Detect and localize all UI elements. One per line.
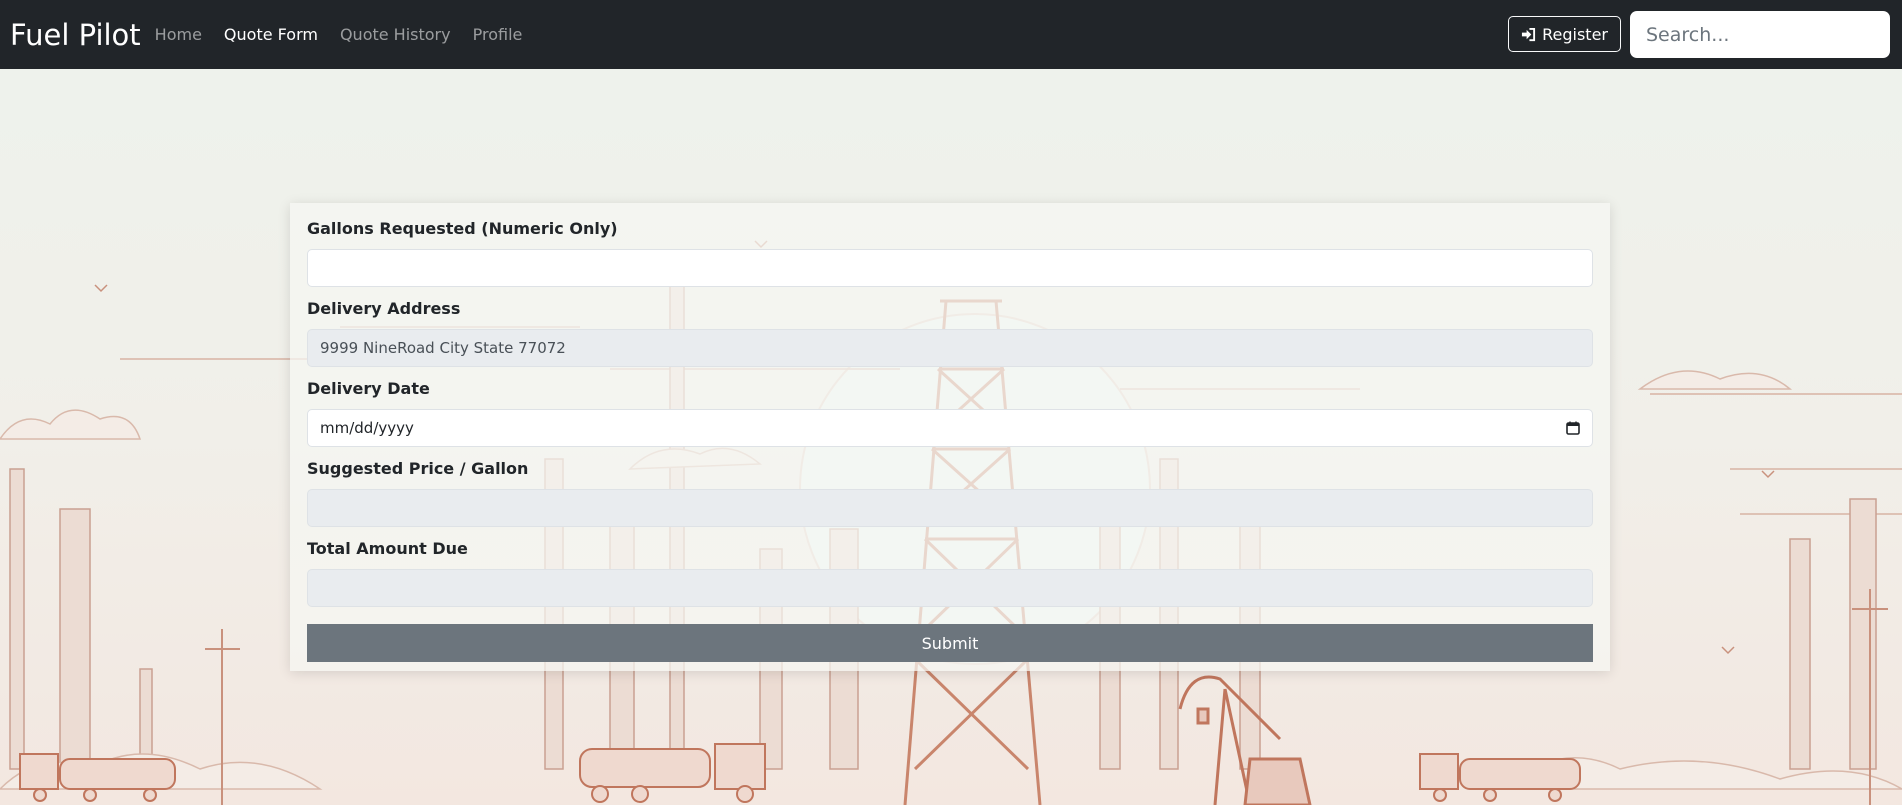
brand-logo[interactable]: Fuel Pilot [10,18,141,52]
date-group: Delivery Date mm/dd/yyyy [307,377,1593,447]
date-label: Delivery Date [307,379,430,398]
address-field: 9999 NineRoad City State 77072 [307,329,1593,367]
address-group: Delivery Address 9999 NineRoad City Stat… [307,297,1593,367]
price-group: Suggested Price / Gallon [307,457,1593,527]
sign-in-icon [1522,27,1536,41]
address-label: Delivery Address [307,299,461,318]
gallons-input[interactable] [307,249,1593,287]
submit-button[interactable]: Submit [307,624,1593,662]
nav-link-home[interactable]: Home [149,21,208,48]
gallons-group: Gallons Requested (Numeric Only) [307,217,1593,287]
price-field [307,489,1593,527]
total-label: Total Amount Due [307,539,468,558]
gallons-label: Gallons Requested (Numeric Only) [307,219,618,238]
register-label: Register [1542,24,1608,44]
quote-form-card: Gallons Requested (Numeric Only) Deliver… [290,203,1610,671]
top-navbar: Fuel Pilot Home Quote Form Quote History… [0,0,1902,69]
total-group: Total Amount Due [307,537,1593,607]
nav-link-quote-form[interactable]: Quote Form [218,21,324,48]
nav-link-quote-history[interactable]: Quote History [334,21,457,48]
register-button[interactable]: Register [1508,16,1621,52]
price-label: Suggested Price / Gallon [307,459,529,478]
nav-link-profile[interactable]: Profile [467,21,529,48]
calendar-icon[interactable] [1566,421,1580,435]
navbar-right: Register [1508,11,1890,58]
search-input[interactable] [1630,11,1890,58]
date-input[interactable]: mm/dd/yyyy [307,409,1593,447]
date-placeholder: mm/dd/yyyy [320,419,414,437]
total-field [307,569,1593,607]
